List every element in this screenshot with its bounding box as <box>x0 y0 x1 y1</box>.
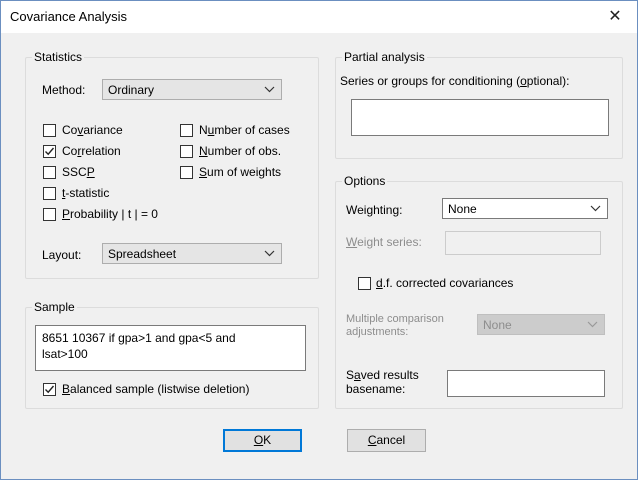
sample-line-1: 8651 10367 if gpa>1 and gpa<5 and <box>42 331 236 345</box>
weighting-label: Weighting: <box>346 203 403 217</box>
statistics-group-label: Statistics <box>32 50 85 64</box>
sscp-checkbox[interactable] <box>43 166 56 179</box>
method-value: Ordinary <box>108 83 155 97</box>
saved-results-input[interactable] <box>447 370 605 397</box>
sample-group-label: Sample <box>32 300 77 314</box>
weight-series-label: Weight series: <box>346 235 422 249</box>
layout-value: Spreadsheet <box>108 247 177 261</box>
chevron-down-icon <box>264 250 275 257</box>
number-of-obs-label[interactable]: Number of obs. <box>199 144 281 158</box>
chevron-down-icon <box>587 321 598 328</box>
sscp-label[interactable]: SSCP <box>62 165 95 179</box>
probability-checkbox[interactable] <box>43 208 56 221</box>
t-statistic-checkbox[interactable] <box>43 187 56 200</box>
checkmark-icon <box>45 147 55 156</box>
window-title: Covariance Analysis <box>10 9 128 24</box>
covariance-label[interactable]: Covariance <box>62 123 123 137</box>
saved-results-label-2: basename: <box>346 382 406 396</box>
title-bar: Covariance Analysis ✕ <box>1 1 637 33</box>
number-of-cases-checkbox[interactable] <box>180 124 193 137</box>
method-dropdown[interactable]: Ordinary <box>102 79 282 100</box>
number-of-cases-label[interactable]: Number of cases <box>199 123 290 137</box>
layout-label: Layout: <box>42 248 82 262</box>
correlation-label[interactable]: Correlation <box>62 144 121 158</box>
conditioning-series-label: Series or groups for conditioning (optio… <box>340 74 570 88</box>
ok-button[interactable]: OK <box>223 429 302 452</box>
df-corrected-label[interactable]: d.f. corrected covariances <box>376 276 513 290</box>
weighting-dropdown[interactable]: None <box>442 198 608 219</box>
number-of-obs-checkbox[interactable] <box>180 145 193 158</box>
cancel-button[interactable]: Cancel <box>347 429 426 452</box>
method-label: Method: <box>42 83 86 97</box>
close-icon[interactable]: ✕ <box>593 1 637 33</box>
sample-group: Sample 8651 10367 if gpa>1 and gpa<5 and… <box>25 300 319 409</box>
sum-of-weights-checkbox[interactable] <box>180 166 193 179</box>
options-group: Options Weighting: None Weight series: d… <box>335 174 623 409</box>
balanced-sample-label[interactable]: Balanced sample (listwise deletion) <box>62 382 249 396</box>
t-statistic-label[interactable]: t-statistic <box>62 186 109 200</box>
df-corrected-checkbox[interactable] <box>358 277 371 290</box>
checkmark-icon <box>45 385 55 394</box>
weighting-value: None <box>448 202 477 216</box>
saved-results-label-1: Saved results <box>346 368 419 382</box>
sample-textarea[interactable]: 8651 10367 if gpa>1 and gpa<5 and lsat>1… <box>35 325 306 371</box>
conditioning-series-input[interactable] <box>351 99 609 136</box>
sample-line-2: lsat>100 <box>42 347 88 361</box>
options-group-label: Options <box>342 174 388 188</box>
multiple-comparison-label-2: adjustments: <box>346 326 409 338</box>
correlation-checkbox[interactable] <box>43 145 56 158</box>
statistics-group: Statistics Method: Ordinary Covariance C… <box>25 50 319 279</box>
layout-dropdown[interactable]: Spreadsheet <box>102 243 282 264</box>
partial-analysis-group-label: Partial analysis <box>342 50 427 64</box>
balanced-sample-checkbox[interactable] <box>43 383 56 396</box>
covariance-dialog: Covariance Analysis ✕ Statistics Method:… <box>0 0 638 480</box>
chevron-down-icon <box>590 205 601 212</box>
probability-label[interactable]: Probability | t | = 0 <box>62 207 158 221</box>
chevron-down-icon <box>264 86 275 93</box>
multiple-comparison-value: None <box>483 318 512 332</box>
partial-analysis-group: Partial analysis Series or groups for co… <box>335 50 623 159</box>
sum-of-weights-label[interactable]: Sum of weights <box>199 165 281 179</box>
weight-series-input[interactable] <box>445 231 601 255</box>
covariance-checkbox[interactable] <box>43 124 56 137</box>
multiple-comparison-label-1: Multiple comparison <box>346 313 444 325</box>
multiple-comparison-dropdown[interactable]: None <box>477 314 605 335</box>
